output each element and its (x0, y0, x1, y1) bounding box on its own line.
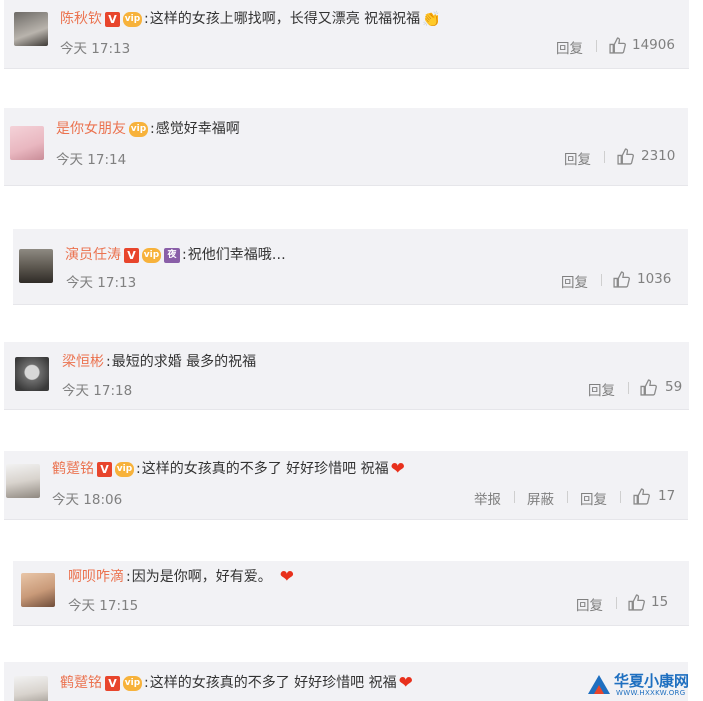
vip-badge: vip (123, 675, 142, 691)
timestamp: 今天 18:06 (52, 492, 123, 508)
username[interactable]: 陈秋钦 (60, 9, 102, 29)
comment-line: 梁恒彬 : 最短的求婚 最多的祝福 (62, 352, 256, 372)
site-logo-icon (588, 675, 610, 694)
verified-badge: V (105, 675, 120, 691)
username[interactable]: 啊呗咋滴 (68, 567, 124, 587)
username[interactable]: 梁恒彬 (62, 352, 104, 372)
thumbs-up-icon[interactable] (609, 37, 626, 54)
colon: : (106, 354, 111, 370)
block-button[interactable]: 屏蔽 (527, 488, 554, 508)
thumbs-up-icon[interactable] (640, 379, 657, 396)
verified-badge: V (105, 11, 120, 27)
like-count[interactable]: 1036 (637, 271, 671, 287)
comment-text: 因为是你啊，好有爱。 (131, 569, 272, 585)
vip-badge: vip (142, 247, 161, 263)
colon: : (150, 121, 155, 137)
colon: : (144, 11, 149, 27)
avatar[interactable] (6, 464, 40, 498)
divider (620, 491, 621, 503)
verified-badge: V (124, 247, 139, 263)
reply-button[interactable]: 回复 (576, 594, 603, 614)
clapping-hands-icon: 👏 (422, 10, 441, 28)
divider (616, 597, 617, 609)
comment-line: 演员任涛 V vip 夜 : 祝他们幸福哦… (65, 245, 286, 265)
moon-badge: 夜 (164, 247, 180, 263)
verified-badge: V (97, 461, 112, 477)
thumbs-up-icon[interactable] (628, 594, 645, 611)
avatar[interactable] (15, 357, 49, 391)
username[interactable]: 是你女朋友 (56, 119, 126, 139)
comment-text: 这样的女孩上哪找啊，长得又漂亮 祝福祝福 (149, 11, 421, 27)
avatar[interactable] (21, 573, 55, 607)
reply-button[interactable]: 回复 (561, 271, 588, 291)
comment-text: 感觉好幸福啊 (155, 121, 240, 137)
comment-card: 啊呗咋滴 : 因为是你啊，好有爱。 ❤ 今天 17:15 回复 15 (13, 561, 689, 626)
like-count[interactable]: 17 (658, 488, 675, 504)
avatar[interactable] (14, 676, 48, 701)
comment-text: 祝他们幸福哦… (187, 247, 286, 263)
vip-badge: vip (115, 461, 134, 477)
timestamp: 今天 17:14 (56, 152, 127, 168)
divider (628, 382, 629, 394)
timestamp: 今天 17:18 (62, 383, 133, 399)
colon: : (182, 247, 187, 263)
colon: : (126, 569, 131, 585)
thumbs-up-icon[interactable] (617, 148, 634, 165)
vip-badge: vip (129, 121, 148, 137)
username[interactable]: 演员任涛 (65, 245, 121, 265)
like-count[interactable]: 15 (651, 594, 668, 610)
report-button[interactable]: 举报 (474, 488, 501, 508)
thumbs-up-icon[interactable] (633, 488, 650, 505)
reply-button[interactable]: 回复 (564, 148, 591, 168)
comment-card: 梁恒彬 : 最短的求婚 最多的祝福 今天 17:18 回复 59 (4, 342, 689, 410)
comment-card: 鹤蹵铭 V vip : 这样的女孩真的不多了 好好珍惜吧 祝福 ❤ 今天 18:… (4, 451, 688, 520)
timestamp: 今天 17:15 (68, 598, 139, 614)
avatar[interactable] (14, 12, 48, 46)
comment-line: 是你女朋友 vip : 感觉好幸福啊 (56, 119, 240, 139)
comment-text: 这样的女孩真的不多了 好好珍惜吧 祝福 (149, 675, 397, 691)
colon: : (144, 675, 149, 691)
divider (601, 274, 602, 286)
heart-icon: ❤ (279, 567, 294, 587)
comment-line: 鹤蹵铭 V vip : 这样的女孩真的不多了 好好珍惜吧 祝福 ❤ (52, 459, 405, 479)
like-count[interactable]: 2310 (641, 148, 675, 164)
colon: : (136, 461, 141, 477)
timestamp: 今天 17:13 (60, 41, 131, 57)
reply-button[interactable]: 回复 (588, 379, 615, 399)
like-count[interactable]: 59 (665, 379, 682, 395)
comment-card: 是你女朋友 vip : 感觉好幸福啊 今天 17:14 回复 2310 (4, 108, 688, 186)
site-watermark: 华夏小康网 WWW.HXXKW.ORG (586, 670, 700, 700)
thumbs-up-icon[interactable] (613, 271, 630, 288)
avatar[interactable] (10, 126, 44, 160)
divider (567, 491, 568, 503)
username[interactable]: 鹤蹵铭 (52, 459, 94, 479)
comment-line: 鹤蹵铭 V vip : 这样的女孩真的不多了 好好珍惜吧 祝福 ❤ (60, 673, 413, 693)
watermark-title: 华夏小康网 (614, 672, 690, 690)
like-count[interactable]: 14906 (632, 37, 675, 53)
divider (596, 40, 597, 52)
comment-line: 陈秋钦 V vip : 这样的女孩上哪找啊，长得又漂亮 祝福祝福 👏 (60, 9, 441, 29)
reply-button[interactable]: 回复 (556, 37, 583, 57)
avatar[interactable] (19, 249, 53, 283)
watermark-url: WWW.HXXKW.ORG (616, 689, 686, 697)
comment-card: 演员任涛 V vip 夜 : 祝他们幸福哦… 今天 17:13 回复 1036 (13, 229, 688, 305)
heart-icon: ❤ (398, 673, 413, 693)
vip-badge: vip (123, 11, 142, 27)
comment-card: 陈秋钦 V vip : 这样的女孩上哪找啊，长得又漂亮 祝福祝福 👏 今天 17… (4, 0, 689, 69)
comment-text: 最短的求婚 最多的祝福 (111, 354, 257, 370)
timestamp: 今天 17:13 (66, 275, 137, 291)
comment-text: 这样的女孩真的不多了 好好珍惜吧 祝福 (141, 461, 389, 477)
divider (604, 151, 605, 163)
divider (514, 491, 515, 503)
heart-icon: ❤ (390, 459, 405, 479)
reply-button[interactable]: 回复 (580, 488, 607, 508)
username[interactable]: 鹤蹵铭 (60, 673, 102, 693)
comment-line: 啊呗咋滴 : 因为是你啊，好有爱。 ❤ (68, 567, 294, 587)
